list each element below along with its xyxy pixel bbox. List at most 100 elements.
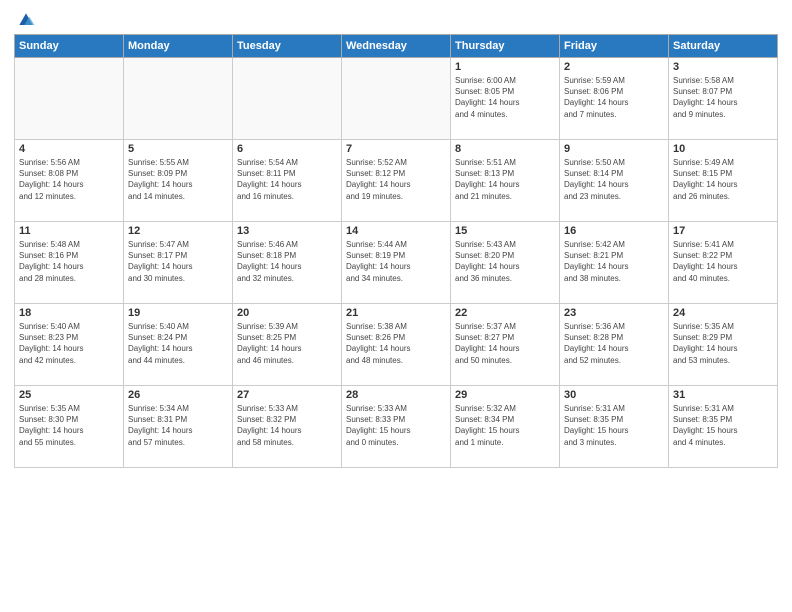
day-info: Sunrise: 5:38 AM Sunset: 8:26 PM Dayligh… [346,321,446,366]
week-row-2: 11 Sunrise: 5:48 AM Sunset: 8:16 PM Dayli… [15,222,778,304]
page: SundayMondayTuesdayWednesdayThursdayFrid… [0,0,792,612]
day-info: Sunrise: 5:43 AM Sunset: 8:20 PM Dayligh… [455,239,555,284]
calendar-cell: 10 Sunrise: 5:49 AM Sunset: 8:15 PM Dayli… [669,140,778,222]
weekday-header-wednesday: Wednesday [342,35,451,58]
day-info: Sunrise: 5:54 AM Sunset: 8:11 PM Dayligh… [237,157,337,202]
day-number: 6 [237,143,337,155]
weekday-header-tuesday: Tuesday [233,35,342,58]
day-number: 2 [564,61,664,73]
calendar-cell [124,58,233,140]
day-info: Sunrise: 5:51 AM Sunset: 8:13 PM Dayligh… [455,157,555,202]
day-number: 29 [455,389,555,401]
calendar-cell: 6 Sunrise: 5:54 AM Sunset: 8:11 PM Daylig… [233,140,342,222]
calendar-cell: 17Sunrise: 5:41 AM Sunset: 8:22 PM Dayli… [669,222,778,304]
logo-icon [16,10,36,30]
day-number: 16 [564,225,664,237]
calendar-table: SundayMondayTuesdayWednesdayThursdayFrid… [14,34,778,468]
calendar-cell: 8 Sunrise: 5:51 AM Sunset: 8:13 PM Daylig… [451,140,560,222]
day-number: 18 [19,307,119,319]
day-info: Sunrise: 5:47 AM Sunset: 8:17 PM Dayligh… [128,239,228,284]
calendar-cell: 31 Sunrise: 5:31 AM Sunset: 8:35 PM Dayli… [669,386,778,468]
week-row-3: 18Sunrise: 5:40 AM Sunset: 8:23 PM Dayli… [15,304,778,386]
weekday-header-row: SundayMondayTuesdayWednesdayThursdayFrid… [15,35,778,58]
calendar-cell: 13 Sunrise: 5:46 AM Sunset: 8:18 PM Dayli… [233,222,342,304]
day-number: 23 [564,307,664,319]
calendar-cell: 23 Sunrise: 5:36 AM Sunset: 8:28 PM Dayli… [560,304,669,386]
day-number: 15 [455,225,555,237]
calendar-cell: 16 Sunrise: 5:42 AM Sunset: 8:21 PM Dayli… [560,222,669,304]
day-number: 5 [128,143,228,155]
calendar-cell: 18Sunrise: 5:40 AM Sunset: 8:23 PM Dayli… [15,304,124,386]
day-info: Sunrise: 5:52 AM Sunset: 8:12 PM Dayligh… [346,157,446,202]
calendar-cell: 26Sunrise: 5:34 AM Sunset: 8:31 PM Dayli… [124,386,233,468]
calendar-cell: 21Sunrise: 5:38 AM Sunset: 8:26 PM Dayli… [342,304,451,386]
day-info: Sunrise: 5:56 AM Sunset: 8:08 PM Dayligh… [19,157,119,202]
week-row-1: 4Sunrise: 5:56 AM Sunset: 8:08 PM Daylig… [15,140,778,222]
calendar-cell: 30 Sunrise: 5:31 AM Sunset: 8:35 PM Dayli… [560,386,669,468]
day-info: Sunrise: 5:36 AM Sunset: 8:28 PM Dayligh… [564,321,664,366]
calendar-cell [15,58,124,140]
day-number: 17 [673,225,773,237]
day-number: 1 [455,61,555,73]
day-number: 27 [237,389,337,401]
calendar-cell: 20 Sunrise: 5:39 AM Sunset: 8:25 PM Dayli… [233,304,342,386]
day-info: Sunrise: 5:40 AM Sunset: 8:24 PM Dayligh… [128,321,228,366]
calendar-cell [233,58,342,140]
day-number: 26 [128,389,228,401]
day-number: 11 [19,225,119,237]
day-number: 31 [673,389,773,401]
day-info: Sunrise: 5:33 AM Sunset: 8:33 PM Dayligh… [346,403,446,448]
calendar-cell: 29Sunrise: 5:32 AM Sunset: 8:34 PM Dayli… [451,386,560,468]
day-number: 7 [346,143,446,155]
day-info: Sunrise: 5:33 AM Sunset: 8:32 PM Dayligh… [237,403,337,448]
calendar-cell: 27 Sunrise: 5:33 AM Sunset: 8:32 PM Dayli… [233,386,342,468]
day-info: Sunrise: 5:39 AM Sunset: 8:25 PM Dayligh… [237,321,337,366]
calendar-cell: 1 Sunrise: 6:00 AM Sunset: 8:05 PM Daylig… [451,58,560,140]
weekday-header-friday: Friday [560,35,669,58]
day-number: 3 [673,61,773,73]
weekday-header-sunday: Sunday [15,35,124,58]
calendar-cell: 9 Sunrise: 5:50 AM Sunset: 8:14 PM Daylig… [560,140,669,222]
calendar-cell: 19 Sunrise: 5:40 AM Sunset: 8:24 PM Dayli… [124,304,233,386]
day-info: Sunrise: 5:31 AM Sunset: 8:35 PM Dayligh… [564,403,664,448]
day-number: 30 [564,389,664,401]
day-number: 13 [237,225,337,237]
weekday-header-saturday: Saturday [669,35,778,58]
day-number: 14 [346,225,446,237]
calendar-cell: 25Sunrise: 5:35 AM Sunset: 8:30 PM Dayli… [15,386,124,468]
calendar-cell: 15 Sunrise: 5:43 AM Sunset: 8:20 PM Dayli… [451,222,560,304]
day-info: Sunrise: 5:58 AM Sunset: 8:07 PM Dayligh… [673,75,773,120]
day-info: Sunrise: 6:00 AM Sunset: 8:05 PM Dayligh… [455,75,555,120]
week-row-0: 1 Sunrise: 6:00 AM Sunset: 8:05 PM Daylig… [15,58,778,140]
day-info: Sunrise: 5:59 AM Sunset: 8:06 PM Dayligh… [564,75,664,120]
day-number: 19 [128,307,228,319]
calendar-cell: 5 Sunrise: 5:55 AM Sunset: 8:09 PM Daylig… [124,140,233,222]
week-row-4: 25Sunrise: 5:35 AM Sunset: 8:30 PM Dayli… [15,386,778,468]
calendar-cell: 4Sunrise: 5:56 AM Sunset: 8:08 PM Daylig… [15,140,124,222]
day-number: 10 [673,143,773,155]
weekday-header-thursday: Thursday [451,35,560,58]
day-info: Sunrise: 5:49 AM Sunset: 8:15 PM Dayligh… [673,157,773,202]
calendar-cell: 11 Sunrise: 5:48 AM Sunset: 8:16 PM Dayli… [15,222,124,304]
calendar-cell: 12Sunrise: 5:47 AM Sunset: 8:17 PM Dayli… [124,222,233,304]
day-number: 9 [564,143,664,155]
day-info: Sunrise: 5:35 AM Sunset: 8:29 PM Dayligh… [673,321,773,366]
day-info: Sunrise: 5:50 AM Sunset: 8:14 PM Dayligh… [564,157,664,202]
day-info: Sunrise: 5:55 AM Sunset: 8:09 PM Dayligh… [128,157,228,202]
day-info: Sunrise: 5:37 AM Sunset: 8:27 PM Dayligh… [455,321,555,366]
calendar-cell: 3 Sunrise: 5:58 AM Sunset: 8:07 PM Daylig… [669,58,778,140]
day-info: Sunrise: 5:44 AM Sunset: 8:19 PM Dayligh… [346,239,446,284]
day-info: Sunrise: 5:31 AM Sunset: 8:35 PM Dayligh… [673,403,773,448]
weekday-header-monday: Monday [124,35,233,58]
day-info: Sunrise: 5:46 AM Sunset: 8:18 PM Dayligh… [237,239,337,284]
day-number: 8 [455,143,555,155]
calendar-body: 1 Sunrise: 6:00 AM Sunset: 8:05 PM Daylig… [15,58,778,468]
calendar-cell: 24 Sunrise: 5:35 AM Sunset: 8:29 PM Dayli… [669,304,778,386]
day-number: 20 [237,307,337,319]
calendar-cell: 7 Sunrise: 5:52 AM Sunset: 8:12 PM Daylig… [342,140,451,222]
day-number: 24 [673,307,773,319]
day-info: Sunrise: 5:48 AM Sunset: 8:16 PM Dayligh… [19,239,119,284]
calendar-cell: 2 Sunrise: 5:59 AM Sunset: 8:06 PM Daylig… [560,58,669,140]
calendar-cell: 14 Sunrise: 5:44 AM Sunset: 8:19 PM Dayli… [342,222,451,304]
day-info: Sunrise: 5:42 AM Sunset: 8:21 PM Dayligh… [564,239,664,284]
